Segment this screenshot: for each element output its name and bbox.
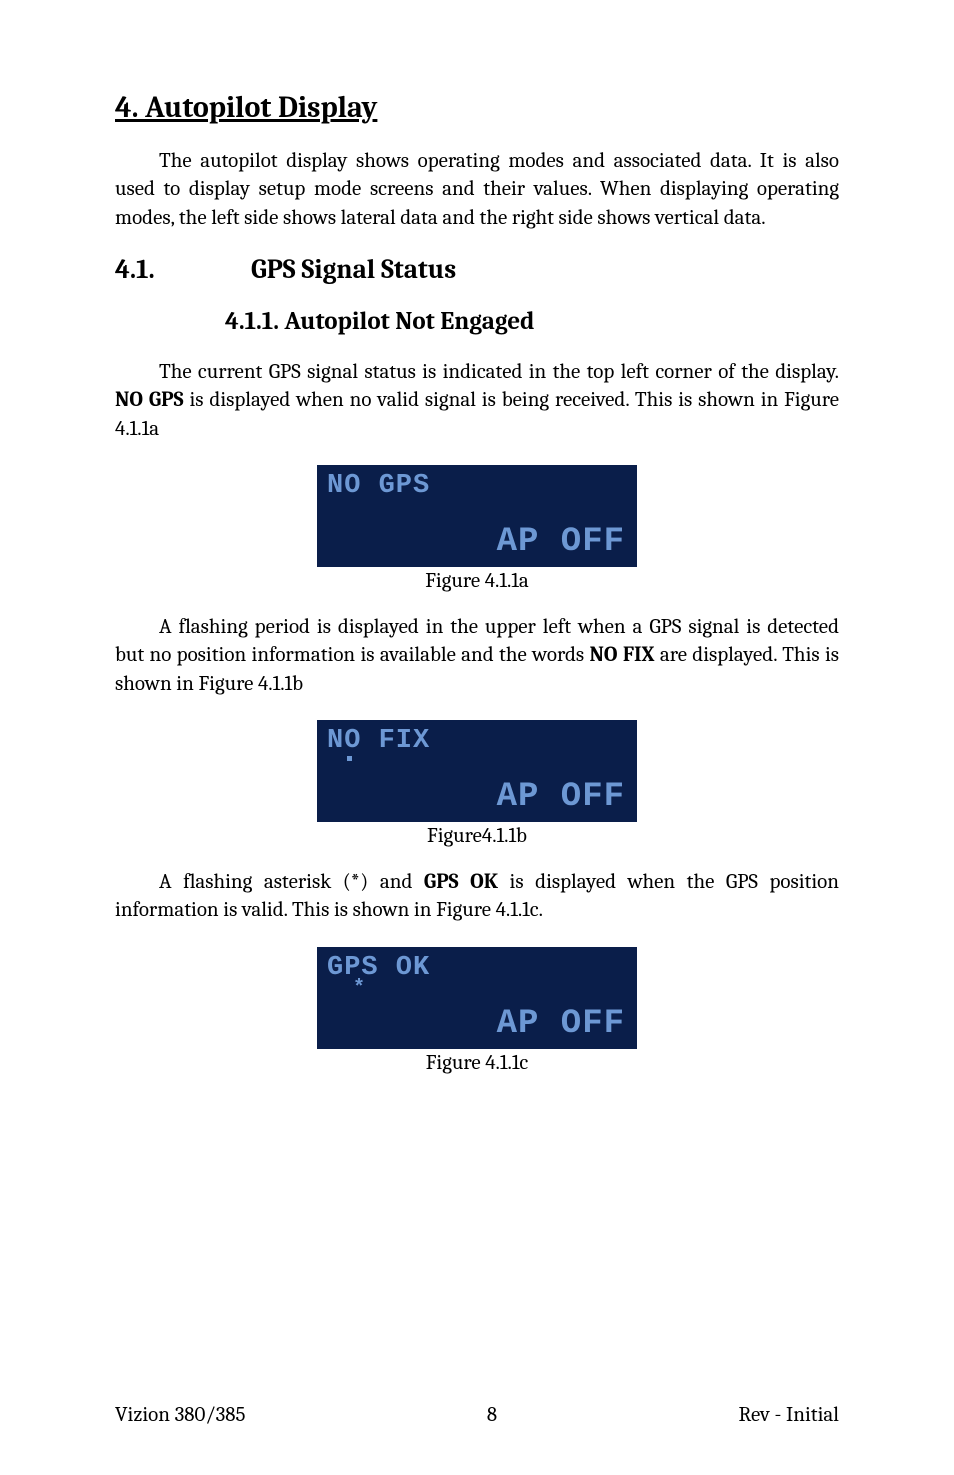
text-span: is displayed when no valid signal is bei… [115, 388, 839, 440]
display-ap-status: AP OFF [497, 778, 625, 816]
paragraph-no-gps: The current GPS signal status is indicat… [115, 358, 839, 443]
display-ap-status: AP OFF [497, 1005, 625, 1043]
heading-2: 4.1. GPS Signal Status [115, 254, 839, 285]
display-status-text: NO FIX [327, 726, 430, 756]
paragraph-intro: The autopilot display shows operating mo… [115, 147, 839, 232]
bold-no-fix: NO FIX [590, 643, 655, 667]
paragraph-gps-ok: A flashing asterisk (*) and GPS OK is di… [115, 868, 839, 925]
display-ap-status: AP OFF [497, 523, 625, 561]
paragraph-no-fix: A flashing period is displayed in the up… [115, 613, 839, 698]
figure-caption-1: Figure 4.1.1a [115, 569, 839, 593]
figure-caption-3: Figure 4.1.1c [115, 1051, 839, 1075]
heading-1: 4. Autopilot Display [115, 90, 839, 125]
page-footer: Vizion 380/385 8 Rev - Initial [115, 1403, 839, 1427]
footer-page-number: 8 [487, 1403, 497, 1427]
display-status-text: GPS OK [327, 953, 430, 983]
text-span: A flashing asterisk ( [159, 870, 351, 894]
heading-2-title: GPS Signal Status [251, 254, 456, 285]
autopilot-display-no-fix: NO FIX AP OFF [317, 720, 637, 822]
text-span: ) and [360, 870, 424, 894]
flashing-period-icon [347, 756, 352, 761]
display-status-text: NO GPS [327, 471, 430, 501]
autopilot-display-no-gps: NO GPS AP OFF [317, 465, 637, 567]
footer-left: Vizion 380/385 [115, 1403, 245, 1427]
bold-gps-ok: GPS OK [424, 870, 498, 894]
heading-3: 4.1.1. Autopilot Not Engaged [225, 307, 839, 336]
footer-right: Rev - Initial [738, 1403, 839, 1427]
autopilot-display-gps-ok: GPS OK * AP OFF [317, 947, 637, 1049]
bold-asterisk: * [351, 870, 361, 894]
bold-no-gps: NO GPS [115, 388, 184, 412]
figure-caption-2: Figure4.1.1b [115, 824, 839, 848]
flashing-asterisk-icon: * [353, 977, 365, 1000]
heading-2-number: 4.1. [115, 254, 245, 285]
text-span: The current GPS signal status is indicat… [159, 360, 839, 384]
